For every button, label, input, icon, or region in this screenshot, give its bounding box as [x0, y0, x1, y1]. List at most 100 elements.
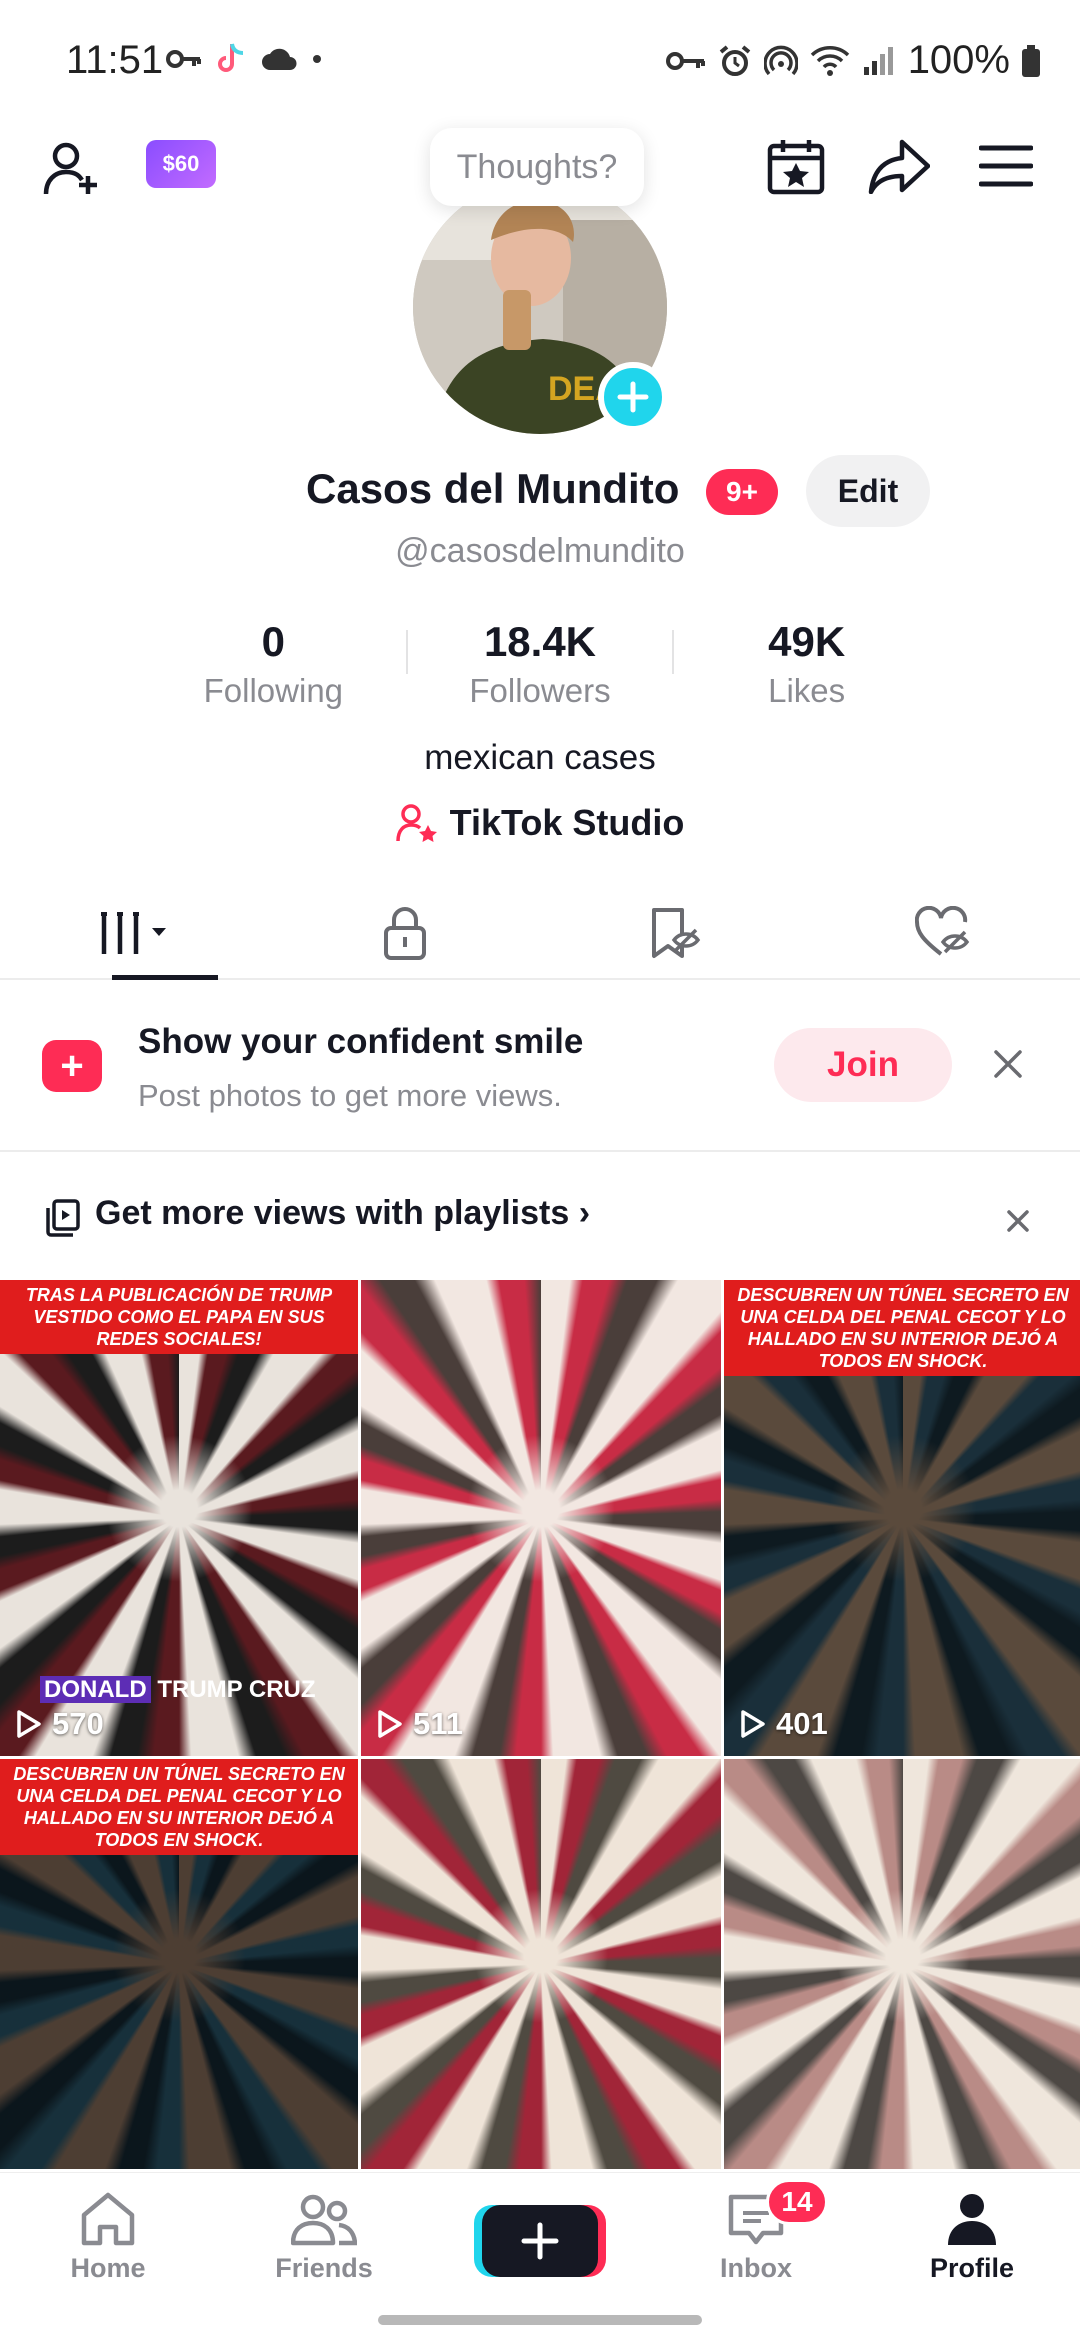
- video-thumbnail[interactable]: DESCUBREN UN TÚNEL SECRETO EN UNA CELDA …: [724, 1280, 1080, 1756]
- home-icon: [81, 2192, 135, 2246]
- nav-label: Home: [70, 2253, 146, 2283]
- hidden-bookmark-icon: [652, 908, 701, 958]
- playlist-prompt[interactable]: Get more views with playlists ›: [0, 1154, 1080, 1278]
- thoughts-bubble[interactable]: Thoughts?: [430, 128, 644, 206]
- notification-badge[interactable]: 9+: [706, 469, 778, 515]
- tiktok-studio-link[interactable]: TikTok Studio: [0, 802, 1080, 844]
- tab-saved[interactable]: [540, 888, 810, 978]
- add-user-icon: [43, 142, 97, 195]
- key-icon: [665, 51, 705, 70]
- thoughts-placeholder: Thoughts?: [456, 147, 618, 186]
- lock-icon: [384, 907, 426, 960]
- menu-button[interactable]: [976, 138, 1036, 194]
- play-icon: [741, 1710, 765, 1738]
- stat-label: Followers: [469, 672, 611, 709]
- stat-value: 0: [261, 618, 285, 665]
- stat-label: Likes: [768, 672, 846, 709]
- hamburger-menu-icon: [979, 145, 1033, 187]
- close-icon: [994, 1050, 1022, 1078]
- photo-plus-icon: +: [42, 1040, 102, 1092]
- battery-percent: 100%: [907, 38, 1010, 82]
- plus-icon: [521, 2222, 559, 2260]
- home-indicator[interactable]: [378, 2315, 702, 2325]
- video-thumbnail[interactable]: 511: [361, 1280, 721, 1756]
- profile-tabs: [0, 888, 1080, 980]
- stat-divider: [406, 630, 408, 674]
- battery-icon: [1022, 44, 1040, 77]
- promo-title: Show your confident smile: [138, 1022, 584, 1061]
- video-views: 570: [16, 1706, 104, 1742]
- nav-home[interactable]: Home: [0, 2173, 216, 2340]
- video-banner-text: TRAS LA PUBLICACIÓN DE TRUMP VESTIDO COM…: [0, 1280, 358, 1354]
- calendar-button[interactable]: [764, 134, 828, 198]
- play-icon: [378, 1710, 402, 1738]
- stat-label: Following: [203, 672, 344, 709]
- share-icon: [868, 139, 930, 194]
- video-caption: DONALD TRUMP CRUZ: [40, 1676, 316, 1704]
- bio: mexican cases: [424, 738, 656, 777]
- plus-icon: [617, 381, 649, 413]
- add-story-button[interactable]: [598, 362, 668, 432]
- video-thumbnail[interactable]: DESCUBREN UN TÚNEL SECRETO EN UNA CELDA …: [0, 1759, 358, 2169]
- promo-subtitle: Post photos to get more views.: [138, 1078, 562, 1113]
- close-icon[interactable]: [1003, 1206, 1033, 1236]
- studio-user-star-icon: [395, 804, 437, 842]
- status-bar: 11:51 100%: [0, 0, 1080, 120]
- video-banner-text: DESCUBREN UN TÚNEL SECRETO EN UNA CELDA …: [0, 1759, 358, 1855]
- join-button[interactable]: Join: [774, 1028, 952, 1102]
- video-thumbnail[interactable]: TRAS LA PUBLICACIÓN DE TRUMP VESTIDO COM…: [0, 1280, 358, 1756]
- nav-label: Profile: [929, 2253, 1015, 2283]
- view-count: 401: [776, 1706, 828, 1741]
- studio-label: TikTok Studio: [449, 802, 685, 843]
- tab-videos[interactable]: [0, 888, 270, 980]
- username: @casosdelmundito: [395, 532, 685, 570]
- edit-profile-button[interactable]: Edit: [806, 455, 930, 527]
- calendar-star-icon: [767, 140, 825, 195]
- friends-icon: [291, 2194, 357, 2246]
- coin-balance-label: $60: [162, 151, 200, 176]
- playlist-icon: [46, 1199, 80, 1237]
- status-icons-right: 100%: [665, 38, 1040, 83]
- stat-divider: [672, 630, 674, 674]
- profile-name: Casos del Mundito: [306, 465, 680, 512]
- hidden-heart-icon: [915, 906, 970, 956]
- playlist-text: Get more views with playlists ›: [95, 1194, 591, 1232]
- video-thumbnail[interactable]: [724, 1759, 1080, 2169]
- nav-label: Friends: [275, 2253, 373, 2283]
- video-banner-text: DESCUBREN UN TÚNEL SECRETO EN UNA CELDA …: [724, 1280, 1080, 1376]
- promo-banner: + Show your confident smile Post photos …: [0, 982, 1080, 1152]
- signal-icon: [863, 46, 893, 75]
- share-button[interactable]: [866, 134, 932, 198]
- stat-followers[interactable]: 18.4K Followers: [430, 618, 650, 718]
- profile-icon: [948, 2194, 996, 2245]
- stat-following[interactable]: 0 Following: [163, 618, 383, 718]
- create-button[interactable]: [482, 2205, 598, 2277]
- video-views: 511: [377, 1706, 463, 1742]
- tab-active-indicator: [112, 975, 218, 980]
- stat-value: 18.4K: [483, 618, 597, 665]
- hotspot-icon: [763, 45, 798, 75]
- cloud-icon: [262, 48, 297, 70]
- inbox-badge: 14: [766, 2179, 828, 2225]
- play-icon: [17, 1710, 41, 1738]
- video-thumbnail[interactable]: [361, 1759, 721, 2169]
- alarm-icon: [719, 44, 750, 76]
- view-count: 511: [413, 1706, 464, 1741]
- tab-private[interactable]: [270, 888, 540, 978]
- nav-profile[interactable]: Profile: [864, 2173, 1080, 2340]
- stat-value: 49K: [768, 618, 846, 665]
- add-friend-button[interactable]: [40, 136, 104, 200]
- view-count: 570: [52, 1706, 104, 1741]
- status-icons-left: [166, 42, 322, 76]
- promo-close-button[interactable]: [988, 1044, 1028, 1084]
- grid-icon: [101, 912, 166, 954]
- wifi-icon: [810, 45, 849, 76]
- coin-balance-button[interactable]: $60: [146, 140, 216, 188]
- stat-likes[interactable]: 49K Likes: [697, 618, 917, 718]
- nav-label: Inbox: [720, 2253, 792, 2283]
- tab-liked[interactable]: [810, 888, 1080, 978]
- tiktok-icon: [218, 43, 244, 72]
- video-views: 401: [740, 1706, 828, 1742]
- video-grid: TRAS LA PUBLICACIÓN DE TRUMP VESTIDO COM…: [0, 1280, 1080, 2170]
- profile-stats: 0 Following 18.4K Followers 49K Likes: [140, 618, 940, 718]
